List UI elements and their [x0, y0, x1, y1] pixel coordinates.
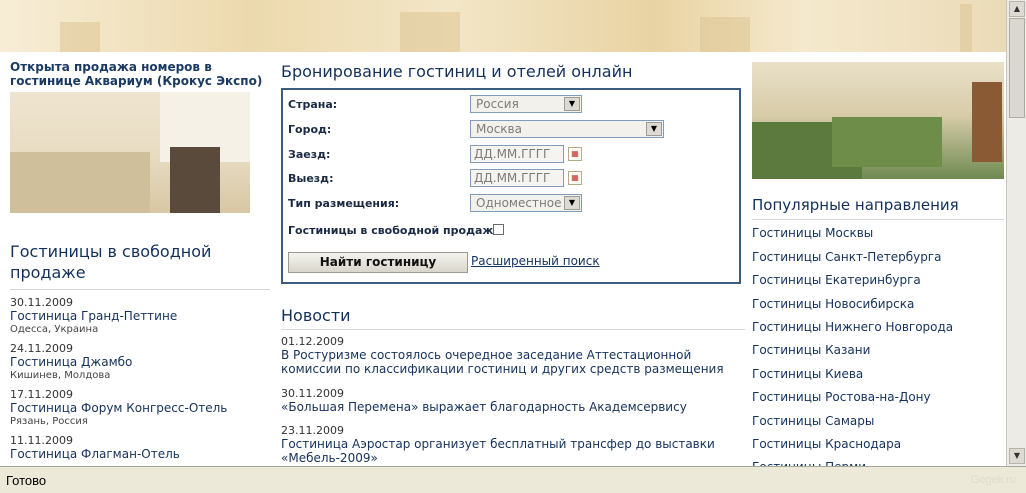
destination-link[interactable]: Гостиницы Казани [752, 343, 870, 357]
hot-hotel-location: Рязань, Россия [10, 416, 88, 427]
header-banner [0, 0, 1006, 52]
hot-hotel-link[interactable]: Гостиница Форум Конгресс-Отель [10, 401, 272, 416]
right-column: Популярные направления Гостиницы Москвы … [752, 62, 1004, 474]
news-link[interactable]: В Ростуризме состоялось очередное заседа… [281, 348, 745, 376]
middle-column: Бронирование гостиниц и отелей онлайн Ст… [281, 62, 746, 465]
free-sale-label: Гостиницы в свободной продаже [288, 224, 501, 237]
checkin-date-field[interactable]: ДД.ММ.ГГГГ [470, 145, 564, 163]
checkin-label: Заезд: [288, 148, 331, 161]
city-value: Москва [476, 122, 522, 136]
news-link[interactable]: «Большая Перемена» выражает благодарност… [281, 400, 745, 414]
hotel-room-photo[interactable] [752, 62, 1004, 179]
hot-hotel-date: 30.11.2009 [10, 296, 73, 309]
news-item: 23.11.2009 Гостиница Аэростар организует… [281, 424, 745, 465]
divider [752, 219, 1004, 220]
status-text: Готово [6, 473, 47, 488]
photo-chair [170, 147, 220, 213]
hot-hotel-link[interactable]: Гостиница Гранд-Петтине [10, 309, 272, 324]
calendar-icon[interactable]: ▦ [568, 171, 582, 185]
booking-title: Бронирование гостиниц и отелей онлайн [281, 62, 633, 81]
watermark-text: Gogek.ru [970, 474, 1016, 486]
destination-link[interactable]: Гостиницы Киева [752, 367, 863, 381]
hot-hotel-item: 17.11.2009 Гостиница Форум Конгресс-Отел… [10, 388, 272, 428]
destination-link[interactable]: Гостиницы Нижнего Новгорода [752, 320, 953, 334]
hot-hotels-heading: Гостиницы в свободной продаже [10, 242, 212, 282]
checkout-label: Выезд: [288, 172, 334, 185]
left-column: Открыта продажа номеров в гостинице Аква… [10, 60, 272, 462]
destination-link[interactable]: Гостиницы Екатеринбурга [752, 273, 921, 287]
vertical-scrollbar[interactable]: ▲ ▼ [1006, 0, 1026, 466]
hot-hotel-link[interactable]: Гостиница Джамбо [10, 355, 272, 370]
hot-hotel-date: 17.11.2009 [10, 388, 73, 401]
news-item: 30.11.2009 «Большая Перемена» выражает б… [281, 387, 745, 414]
destination-link[interactable]: Гостиницы Самары [752, 414, 874, 428]
scroll-down-icon[interactable]: ▼ [1009, 448, 1025, 464]
destination-link[interactable]: Гостиницы Краснодара [752, 437, 901, 451]
find-hotel-button[interactable]: Найти гостиницу [288, 252, 468, 273]
destination-link[interactable]: Гостиницы Санкт-Петербурга [752, 250, 941, 264]
booking-form: Страна: Россия ▼ Город: Москва ▼ Заезд: … [281, 88, 741, 284]
browser-status-bar: Готово Gogek.ru [0, 466, 1026, 493]
news-item: 01.12.2009 В Ростуризме состоялось очере… [281, 335, 745, 376]
country-select[interactable]: Россия ▼ [470, 95, 582, 113]
destination-link[interactable]: Гостиницы Ростова-на-Дону [752, 390, 931, 404]
banner-decoration [400, 12, 460, 52]
divider [10, 289, 270, 290]
city-label: Город: [288, 123, 332, 136]
chevron-down-icon[interactable]: ▼ [646, 122, 662, 136]
room-type-select[interactable]: Одноместное ▼ [470, 194, 582, 212]
news-date: 23.11.2009 [281, 424, 344, 437]
hot-hotel-item: 11.11.2009 Гостиница Флагман-Отель [10, 434, 272, 462]
hot-hotel-item: 30.11.2009 Гостиница Гранд-Петтине Одесс… [10, 296, 272, 336]
banner-decoration [60, 22, 100, 52]
news-date: 01.12.2009 [281, 335, 344, 348]
hot-hotel-date: 11.11.2009 [10, 434, 73, 447]
divider [281, 329, 745, 330]
hot-hotel-date: 24.11.2009 [10, 342, 73, 355]
destination-link[interactable]: Гостиницы Москвы [752, 226, 873, 240]
news-link[interactable]: Гостиница Аэростар организует бесплатный… [281, 437, 745, 465]
scroll-up-icon[interactable]: ▲ [1009, 1, 1025, 17]
calendar-icon[interactable]: ▦ [568, 147, 582, 161]
photo-door [972, 82, 1002, 162]
hot-hotel-location: Кишинев, Молдова [10, 370, 111, 381]
news-date: 30.11.2009 [281, 387, 344, 400]
destination-link[interactable]: Гостиницы Новосибирска [752, 297, 914, 311]
promo-title-link[interactable]: Открыта продажа номеров в гостинице Аква… [10, 60, 272, 88]
hot-hotel-location: Одесса, Украина [10, 324, 99, 335]
country-value: Россия [476, 97, 519, 111]
free-sale-checkbox[interactable] [493, 224, 504, 235]
room-type-value: Одноместное [476, 196, 562, 210]
photo-bed [832, 117, 942, 167]
advanced-search-link[interactable]: Расширенный поиск [471, 254, 600, 268]
banner-decoration [700, 17, 750, 52]
city-select[interactable]: Москва ▼ [470, 120, 664, 138]
country-label: Страна: [288, 98, 338, 111]
room-type-label: Тип размещения: [288, 197, 400, 210]
checkout-date-field[interactable]: ДД.ММ.ГГГГ [470, 169, 564, 187]
chevron-down-icon[interactable]: ▼ [564, 97, 580, 111]
photo-bed [10, 152, 150, 213]
promo-hotel-photo[interactable] [10, 92, 250, 213]
scrollbar-thumb[interactable] [1009, 18, 1025, 118]
news-heading: Новости [281, 306, 351, 325]
banner-decoration [960, 4, 972, 52]
popular-destinations-heading: Популярные направления [752, 196, 959, 214]
hot-hotel-item: 24.11.2009 Гостиница Джамбо Кишинев, Мол… [10, 342, 272, 382]
hot-hotel-link[interactable]: Гостиница Флагман-Отель [10, 447, 272, 462]
chevron-down-icon[interactable]: ▼ [564, 196, 580, 210]
